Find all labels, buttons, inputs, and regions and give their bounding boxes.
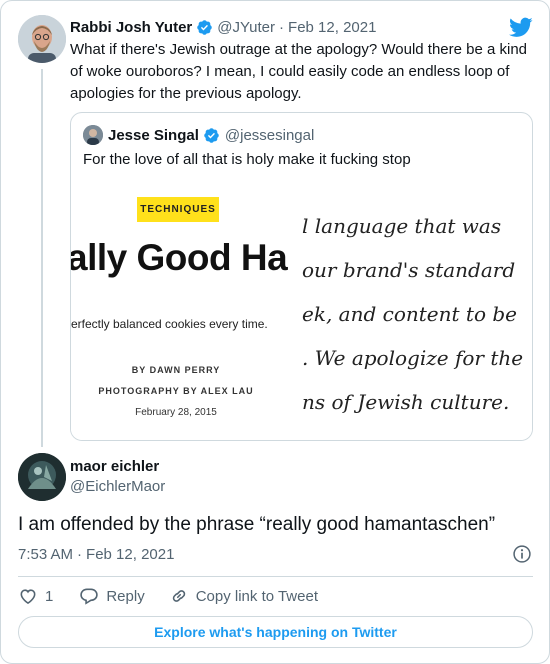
reply-label: Reply bbox=[106, 587, 145, 605]
apology-line: ns of Jewish culture. bbox=[302, 390, 510, 414]
reply-date[interactable]: Feb 12, 2021 bbox=[86, 546, 174, 563]
reply-author-name[interactable]: maor eichler bbox=[70, 458, 159, 475]
media-image-apology-text[interactable]: l language that was our brand's standard… bbox=[302, 181, 532, 440]
article-photo-credit: PHOTOGRAPHY BY ALEX LAU bbox=[98, 386, 254, 396]
parent-tweet-header: Rabbi Josh Yuter @JYuter · Feb 12, 2021 bbox=[70, 17, 376, 37]
copy-link-button[interactable]: Copy link to Tweet bbox=[169, 586, 318, 606]
tweet-embed-card: Rabbi Josh Yuter @JYuter · Feb 12, 2021 … bbox=[0, 0, 550, 664]
parent-tweet-text: What if there's Jewish outrage at the ap… bbox=[70, 41, 528, 102]
quoted-author-handle: @jessesingal bbox=[224, 126, 315, 144]
quoted-author-avatar bbox=[83, 125, 103, 145]
reply-button[interactable]: Reply bbox=[79, 586, 145, 606]
like-count: 1 bbox=[45, 587, 54, 605]
tweet-actions-bar: 1 Reply Copy link to Tweet bbox=[18, 585, 318, 607]
header-separator: · bbox=[279, 18, 285, 36]
parent-author-handle[interactable]: @JYuter bbox=[217, 19, 275, 36]
parent-author-name[interactable]: Rabbi Josh Yuter bbox=[70, 19, 192, 36]
like-button[interactable]: 1 bbox=[18, 586, 53, 606]
parent-tweet-date[interactable]: Feb 12, 2021 bbox=[288, 19, 376, 36]
quoted-tweet[interactable]: Jesse Singal @jessesingal For the love o… bbox=[70, 112, 533, 441]
quoted-tweet-text: For the love of all that is holy make it… bbox=[83, 151, 411, 168]
parent-avatar[interactable] bbox=[18, 15, 66, 63]
reply-tweet-text: I am offended by the phrase “really good… bbox=[18, 514, 496, 535]
actions-divider bbox=[18, 576, 533, 577]
verified-badge-icon bbox=[203, 127, 220, 144]
media-image-article-header[interactable]: TECHNIQUES ally Good Ha erfectly balance… bbox=[71, 181, 302, 440]
reply-author-handle[interactable]: @EichlerMaor bbox=[70, 478, 165, 495]
techniques-badge: TECHNIQUES bbox=[137, 197, 219, 222]
article-subline: erfectly balanced cookies every time. bbox=[71, 317, 268, 331]
article-headline: ally Good Ha bbox=[71, 237, 288, 278]
verified-badge-icon bbox=[196, 19, 213, 36]
thread-connector-line bbox=[41, 69, 43, 447]
reply-timestamp[interactable]: 7:53 AM · Feb 12, 2021 bbox=[18, 546, 174, 563]
reply-bubble-icon bbox=[80, 588, 99, 605]
article-date: February 28, 2015 bbox=[135, 407, 217, 418]
quoted-tweet-media[interactable]: TECHNIQUES ally Good Ha erfectly balance… bbox=[71, 181, 532, 440]
article-byline: BY DAWN PERRY bbox=[131, 365, 221, 375]
info-icon[interactable] bbox=[512, 544, 532, 564]
explore-twitter-button[interactable]: Explore what's happening on Twitter bbox=[18, 616, 533, 648]
timestamp-separator: · bbox=[77, 546, 83, 563]
apology-line: . We apologize for the bbox=[302, 346, 524, 370]
apology-line: our brand's standard bbox=[302, 258, 516, 282]
apology-line: ek, and content to be bbox=[302, 302, 517, 326]
reply-time[interactable]: 7:53 AM bbox=[18, 546, 73, 563]
reply-avatar[interactable] bbox=[18, 453, 66, 501]
quoted-author-name: Jesse Singal bbox=[108, 126, 199, 144]
link-icon bbox=[172, 590, 185, 602]
quoted-tweet-header: Jesse Singal @jessesingal bbox=[83, 125, 314, 145]
heart-icon bbox=[20, 589, 36, 605]
copy-link-label: Copy link to Tweet bbox=[195, 587, 318, 605]
twitter-bird-icon[interactable] bbox=[509, 15, 533, 39]
apology-line: l language that was bbox=[302, 214, 502, 238]
